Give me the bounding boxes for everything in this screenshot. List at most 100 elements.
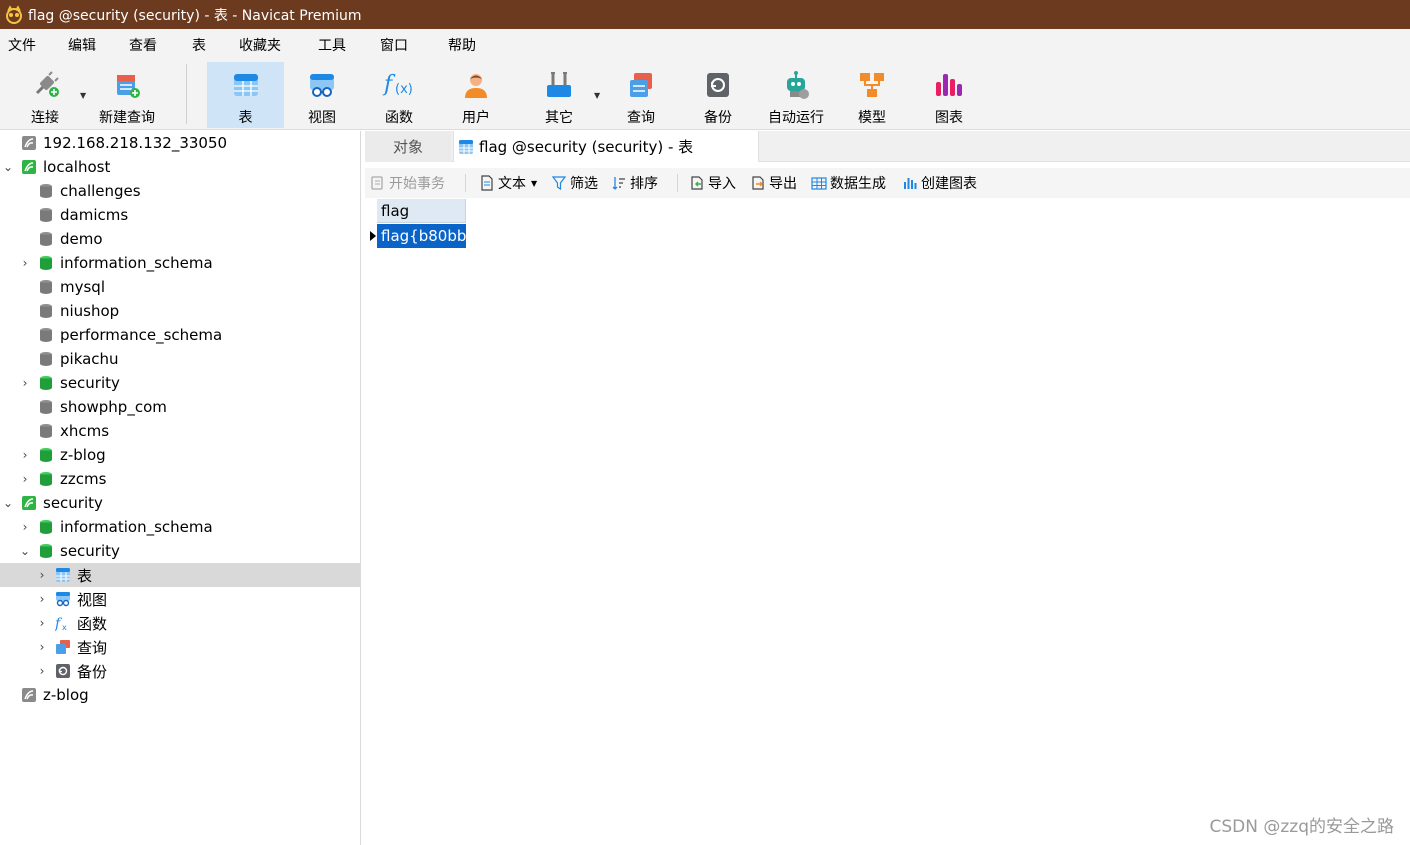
- export-icon: [752, 176, 764, 190]
- chevron-down-icon[interactable]: ⌄: [3, 160, 13, 174]
- tree-database[interactable]: › z-blog: [0, 443, 361, 467]
- sort-button[interactable]: 排序: [611, 168, 658, 198]
- tree-database[interactable]: damicms: [0, 203, 361, 227]
- function-icon: f (x): [382, 68, 416, 102]
- user-button[interactable]: 用户: [446, 62, 506, 128]
- tree-database[interactable]: ⌄ security: [0, 539, 361, 563]
- table-icon: [229, 68, 263, 102]
- tools-icon: [542, 68, 576, 102]
- tree-label: demo: [60, 230, 103, 248]
- tree-connection-zblog[interactable]: z-blog: [0, 683, 361, 707]
- create-chart-button[interactable]: 创建图表: [902, 168, 977, 198]
- tree-connection-security[interactable]: ⌄ security: [0, 491, 361, 515]
- chevron-right-icon[interactable]: ›: [37, 568, 47, 582]
- menu-view[interactable]: 查看: [129, 29, 157, 60]
- tab-objects[interactable]: 对象: [365, 131, 451, 162]
- database-closed-icon: [40, 232, 52, 246]
- chevron-right-icon[interactable]: ›: [20, 448, 30, 462]
- tab-flag-table[interactable]: flag @security (security) - 表: [453, 131, 759, 162]
- tree-database[interactable]: › information_schema: [0, 251, 361, 275]
- plug-icon: [28, 68, 62, 102]
- new-query-button[interactable]: 新建查询: [92, 62, 162, 128]
- database-closed-icon: [40, 208, 52, 222]
- backup-icon: [701, 68, 735, 102]
- text-view-button[interactable]: 文本 ▼: [479, 168, 537, 198]
- tree-database[interactable]: xhcms: [0, 419, 361, 443]
- tree-database[interactable]: pikachu: [0, 347, 361, 371]
- table-cell-flag[interactable]: flag{b80bb7: [377, 224, 466, 248]
- connection-disconnected-icon: [22, 688, 36, 702]
- connection-disconnected-icon: [22, 136, 36, 150]
- data-generation-label: 数据生成: [830, 176, 886, 192]
- data-generation-icon: [811, 177, 827, 190]
- chevron-right-icon[interactable]: ›: [37, 640, 47, 654]
- svg-text:(x): (x): [395, 82, 413, 97]
- menu-tools[interactable]: 工具: [318, 29, 346, 60]
- tree-label: pikachu: [60, 350, 119, 368]
- tree-views-folder[interactable]: › 视图: [0, 587, 361, 611]
- menu-favorites[interactable]: 收藏夹: [239, 29, 281, 60]
- tree-functions-folder[interactable]: › fx 函数: [0, 611, 361, 635]
- menu-help[interactable]: 帮助: [448, 29, 476, 60]
- column-header-flag[interactable]: flag: [377, 199, 466, 223]
- transaction-icon: [371, 176, 383, 190]
- backup-button[interactable]: 备份: [688, 62, 748, 128]
- chevron-right-icon[interactable]: ›: [20, 256, 30, 270]
- import-button[interactable]: 导入: [689, 168, 736, 198]
- text-view-label: 文本: [498, 176, 526, 192]
- navicat-logo-icon: [6, 4, 22, 24]
- watermark: CSDN @zzq的安全之路: [1209, 817, 1394, 837]
- table-button[interactable]: 表: [207, 62, 284, 128]
- tree-tables-folder[interactable]: › 表: [0, 563, 361, 587]
- menu-window[interactable]: 窗口: [380, 29, 408, 60]
- chevron-right-icon[interactable]: ›: [20, 520, 30, 534]
- tree-queries-folder[interactable]: › 查询: [0, 635, 361, 659]
- database-open-icon: [40, 256, 52, 270]
- tree-database[interactable]: performance_schema: [0, 323, 361, 347]
- menu-bar: 文件 编辑 查看 表 收藏夹 工具 窗口 帮助: [0, 29, 1410, 60]
- database-closed-icon: [40, 304, 52, 318]
- filter-button[interactable]: 筛选: [551, 168, 598, 198]
- tree-database[interactable]: › security: [0, 371, 361, 395]
- other-button[interactable]: 其它: [528, 62, 590, 128]
- function-button[interactable]: f (x) 函数: [369, 62, 429, 128]
- export-button[interactable]: 导出: [750, 168, 797, 198]
- tree-database[interactable]: showphp_com: [0, 395, 361, 419]
- tree-label: 192.168.218.132_33050: [43, 134, 228, 152]
- tree-database[interactable]: mysql: [0, 275, 361, 299]
- data-generation-button[interactable]: 数据生成: [811, 168, 886, 198]
- view-button[interactable]: 视图: [292, 62, 352, 128]
- tree-database[interactable]: niushop: [0, 299, 361, 323]
- query-button[interactable]: 查询: [610, 62, 672, 128]
- begin-transaction-button[interactable]: 开始事务: [370, 168, 445, 198]
- tree-connection-localhost[interactable]: ⌄ localhost: [0, 155, 361, 179]
- menu-edit[interactable]: 编辑: [68, 29, 96, 60]
- automation-button[interactable]: 自动运行: [760, 62, 832, 128]
- chevron-right-icon[interactable]: ›: [37, 616, 47, 630]
- model-button[interactable]: 模型: [842, 62, 902, 128]
- database-closed-icon: [40, 184, 52, 198]
- export-label: 导出: [769, 176, 797, 192]
- connect-button[interactable]: 连接: [14, 62, 76, 128]
- menu-table[interactable]: 表: [192, 29, 206, 60]
- connect-dropdown-icon[interactable]: ▼: [80, 91, 86, 100]
- chevron-right-icon[interactable]: ›: [20, 376, 30, 390]
- chevron-right-icon[interactable]: ›: [20, 472, 30, 486]
- chevron-down-icon[interactable]: ⌄: [3, 496, 13, 510]
- chart-button[interactable]: 图表: [919, 62, 979, 128]
- other-label: 其它: [545, 110, 573, 126]
- chevron-right-icon[interactable]: ›: [37, 664, 47, 678]
- function-label: 函数: [385, 110, 413, 126]
- tree-database[interactable]: demo: [0, 227, 361, 251]
- tree-database[interactable]: › zzcms: [0, 467, 361, 491]
- chevron-right-icon[interactable]: ›: [37, 592, 47, 606]
- tree-database[interactable]: › information_schema: [0, 515, 361, 539]
- query-label: 查询: [627, 110, 655, 126]
- tree-database[interactable]: challenges: [0, 179, 361, 203]
- other-dropdown-icon[interactable]: ▼: [594, 91, 600, 100]
- tree-backups-folder[interactable]: › 备份: [0, 659, 361, 683]
- chevron-down-icon: ▼: [531, 178, 538, 188]
- menu-file[interactable]: 文件: [8, 29, 36, 60]
- chevron-down-icon[interactable]: ⌄: [20, 544, 30, 558]
- tree-connection-remote[interactable]: 192.168.218.132_33050: [0, 131, 361, 155]
